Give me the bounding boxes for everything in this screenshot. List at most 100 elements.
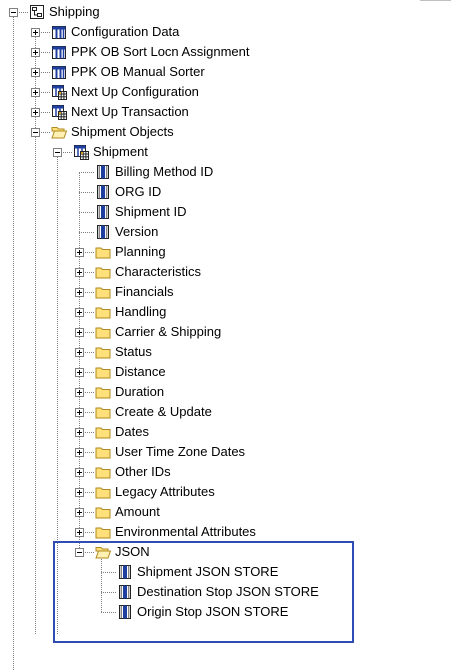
tree-node-create-and-update[interactable]: Create & Update bbox=[0, 402, 420, 422]
expand-toggle-icon[interactable] bbox=[75, 468, 84, 477]
tree-connector bbox=[101, 572, 116, 573]
tree-node-shipment-objects[interactable]: Shipment Objects bbox=[0, 122, 420, 142]
tree-node-other-ids[interactable]: Other IDs bbox=[0, 462, 420, 482]
tree-node-label: Handling bbox=[115, 304, 167, 319]
expand-toggle-icon[interactable] bbox=[31, 108, 40, 117]
tree-node-json[interactable]: JSON bbox=[0, 542, 420, 562]
tree-node-status[interactable]: Status bbox=[0, 342, 420, 362]
expand-toggle-icon[interactable] bbox=[75, 328, 84, 337]
tree-node-label: Distance bbox=[115, 364, 166, 379]
collapse-toggle-icon[interactable] bbox=[9, 8, 18, 17]
tree-connector bbox=[79, 212, 94, 213]
tree-node-billing-method-id[interactable]: Billing Method ID bbox=[0, 162, 420, 182]
expand-toggle-icon[interactable] bbox=[75, 408, 84, 417]
folder-icon bbox=[95, 264, 111, 280]
tree-node-destination-stop-json-store[interactable]: Destination Stop JSON STORE bbox=[0, 582, 420, 602]
column-icon bbox=[117, 604, 133, 620]
expand-toggle-icon[interactable] bbox=[31, 88, 40, 97]
expand-toggle-icon[interactable] bbox=[75, 388, 84, 397]
expand-toggle-icon[interactable] bbox=[31, 68, 40, 77]
collapse-toggle-icon[interactable] bbox=[53, 148, 62, 157]
tree-node-next-up-configuration[interactable]: Next Up Configuration bbox=[0, 82, 420, 102]
expand-toggle-icon[interactable] bbox=[75, 308, 84, 317]
folder-icon bbox=[95, 464, 111, 480]
expand-toggle-icon[interactable] bbox=[75, 428, 84, 437]
tree-connector bbox=[79, 232, 94, 233]
tree-node-carrier-and-shipping[interactable]: Carrier & Shipping bbox=[0, 322, 420, 342]
expand-toggle-icon[interactable] bbox=[31, 28, 40, 37]
tree-node-shipment-id[interactable]: Shipment ID bbox=[0, 202, 420, 222]
tree-node-ppk-ob-manual-sorter[interactable]: PPK OB Manual Sorter bbox=[0, 62, 420, 82]
tree-node-label: Environmental Attributes bbox=[115, 524, 256, 539]
tree-node-label: Shipment JSON STORE bbox=[137, 564, 279, 579]
tree-node-characteristics[interactable]: Characteristics bbox=[0, 262, 420, 282]
folder-icon bbox=[95, 244, 111, 260]
tree-node-shipment[interactable]: Shipment bbox=[0, 142, 420, 162]
tree-node-label: Version bbox=[115, 224, 159, 239]
tree-node-label: Billing Method ID bbox=[115, 164, 214, 179]
tree-node-label: Duration bbox=[115, 384, 165, 399]
tree-connector bbox=[79, 192, 94, 193]
column-icon bbox=[95, 204, 111, 220]
shipping-tree-view: Shipping Configuration Data PPK OB Sort … bbox=[0, 0, 451, 670]
tree-node-label: Create & Update bbox=[115, 404, 212, 419]
folder-icon bbox=[95, 404, 111, 420]
tree-node-label: Dates bbox=[115, 424, 149, 439]
tree-node-shipping[interactable]: Shipping bbox=[0, 2, 420, 22]
tree-connector bbox=[101, 592, 116, 593]
tree-connector bbox=[79, 172, 94, 173]
expand-toggle-icon[interactable] bbox=[75, 448, 84, 457]
tree-node-duration[interactable]: Duration bbox=[0, 382, 420, 402]
table-icon bbox=[51, 44, 67, 60]
tree-node-ppk-ob-sort-locn-assignment[interactable]: PPK OB Sort Locn Assignment bbox=[0, 42, 420, 62]
tree-node-label: Destination Stop JSON STORE bbox=[137, 584, 319, 599]
tree-node-financials[interactable]: Financials bbox=[0, 282, 420, 302]
tree-node-label: Planning bbox=[115, 244, 166, 259]
tree-node-label: Status bbox=[115, 344, 152, 359]
expand-toggle-icon[interactable] bbox=[75, 248, 84, 257]
table-icon bbox=[51, 64, 67, 80]
folder-icon bbox=[95, 424, 111, 440]
collapse-toggle-icon[interactable] bbox=[31, 128, 40, 137]
tree-node-origin-stop-json-store[interactable]: Origin Stop JSON STORE bbox=[0, 602, 420, 622]
tree-node-user-time-zone-dates[interactable]: User Time Zone Dates bbox=[0, 442, 420, 462]
expand-toggle-icon[interactable] bbox=[75, 268, 84, 277]
folder-icon bbox=[95, 444, 111, 460]
folder-icon bbox=[95, 484, 111, 500]
folder-icon bbox=[95, 364, 111, 380]
expand-toggle-icon[interactable] bbox=[75, 368, 84, 377]
tree-node-amount[interactable]: Amount bbox=[0, 502, 420, 522]
tree-node-planning[interactable]: Planning bbox=[0, 242, 420, 262]
column-icon bbox=[117, 564, 133, 580]
folder-icon bbox=[95, 324, 111, 340]
expand-toggle-icon[interactable] bbox=[75, 508, 84, 517]
expand-toggle-icon[interactable] bbox=[75, 528, 84, 537]
tree-node-label: Other IDs bbox=[115, 464, 171, 479]
expand-toggle-icon[interactable] bbox=[75, 488, 84, 497]
tree-node-legacy-attributes[interactable]: Legacy Attributes bbox=[0, 482, 420, 502]
tree-node-shipment-json-store[interactable]: Shipment JSON STORE bbox=[0, 562, 420, 582]
tree-node-label: Financials bbox=[115, 284, 174, 299]
tree-node-label: Amount bbox=[115, 504, 160, 519]
tree-node-environmental-attributes[interactable]: Environmental Attributes bbox=[0, 522, 420, 542]
folder-icon bbox=[95, 344, 111, 360]
tree-node-label: Characteristics bbox=[115, 264, 201, 279]
open-folder-icon bbox=[51, 124, 67, 140]
tree-node-label: Configuration Data bbox=[71, 24, 180, 39]
tree-node-next-up-transaction[interactable]: Next Up Transaction bbox=[0, 102, 420, 122]
table-grid-icon bbox=[51, 84, 67, 100]
column-icon bbox=[95, 184, 111, 200]
tree-node-configuration-data[interactable]: Configuration Data bbox=[0, 22, 420, 42]
tree-node-handling[interactable]: Handling bbox=[0, 302, 420, 322]
tree-node-distance[interactable]: Distance bbox=[0, 362, 420, 382]
expand-toggle-icon[interactable] bbox=[75, 288, 84, 297]
tree-node-org-id[interactable]: ORG ID bbox=[0, 182, 420, 202]
folder-icon bbox=[95, 304, 111, 320]
tree-node-version[interactable]: Version bbox=[0, 222, 420, 242]
tree-node-label: Legacy Attributes bbox=[115, 484, 215, 499]
expand-toggle-icon[interactable] bbox=[31, 48, 40, 57]
expand-toggle-icon[interactable] bbox=[75, 348, 84, 357]
tree-node-dates[interactable]: Dates bbox=[0, 422, 420, 442]
collapse-toggle-icon[interactable] bbox=[75, 548, 84, 557]
column-icon bbox=[95, 164, 111, 180]
